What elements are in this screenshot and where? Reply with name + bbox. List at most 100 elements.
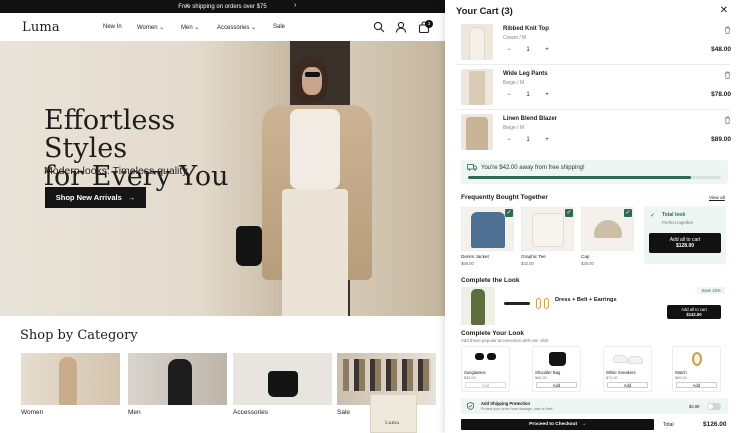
hero-title-line1: Effortless Styles	[44, 105, 176, 164]
hero-title: Effortless Styles for Every You	[44, 107, 244, 191]
nav-accessories-label: Accessories	[217, 25, 250, 31]
accessory-price: $65.00	[535, 376, 547, 380]
shop-new-arrivals-label: Shop New Arrivals	[55, 193, 122, 202]
nav-men-label: Men	[181, 25, 193, 31]
cart-item-thumbnail	[461, 24, 493, 60]
nav-sale[interactable]: Sale	[273, 24, 285, 30]
cart-count-badge: 3	[425, 20, 433, 28]
checkbox-checked[interactable]: ✓	[565, 209, 573, 217]
divider	[456, 64, 730, 65]
checkout-label: Proceed to Checkout	[529, 422, 578, 427]
add-watch-button[interactable]: Add	[676, 382, 717, 388]
hero-model-pants	[282, 189, 348, 316]
hero-subtitle: Modern looks. Timeless quality.	[44, 165, 190, 177]
accessory-card: White Sneakers $72.00 Add	[603, 346, 652, 392]
checkmark-icon: ✓	[650, 213, 656, 219]
site-header: Luma New In Women ⌄ Men ⌄ Accessories ⌄ …	[0, 13, 445, 41]
category-card-women[interactable]	[21, 353, 120, 405]
belt-image	[504, 302, 530, 305]
cart-item-name: Ribbed Knit Top	[503, 26, 549, 32]
prev-arrow-icon[interactable]: ‹	[186, 2, 188, 9]
chevron-down-icon: ⌄	[251, 25, 257, 31]
shipping-progress-bar	[468, 176, 721, 179]
fbt-product-name: Graphic Tee	[521, 254, 546, 259]
trash-icon[interactable]	[724, 71, 731, 79]
cart-title: Your Cart (3)	[456, 6, 513, 17]
fbt-title: Frequently Bought Together	[461, 194, 548, 201]
accessories-title: Complete Your Look	[461, 330, 524, 337]
total-look-label: Total look	[662, 212, 686, 218]
view-all-link[interactable]: View all	[709, 195, 725, 200]
shop-new-arrivals-button[interactable]: Shop New Arrivals →	[45, 187, 146, 208]
add-all-price: $128.00	[675, 243, 695, 249]
plus-icon[interactable]: +	[541, 92, 553, 98]
checkbox-checked[interactable]: ✓	[505, 209, 513, 217]
logo[interactable]: Luma	[22, 20, 60, 35]
close-icon[interactable]: ✕	[720, 5, 728, 16]
fbt-product-name: Denim Jacket	[461, 254, 489, 259]
quantity-value[interactable]: 1	[522, 47, 534, 53]
accessory-card: Sunglasses $35.00 Add	[461, 346, 510, 392]
plus-icon[interactable]: +	[541, 47, 553, 53]
add-all-to-cart-button[interactable]: Add all to cart $128.00	[649, 233, 721, 253]
trash-icon[interactable]	[724, 26, 731, 34]
protection-title: Add Shipping Protection	[481, 401, 531, 406]
category-label-women: Women	[21, 409, 44, 416]
quantity-value[interactable]: 1	[522, 137, 534, 143]
earrings-image	[544, 298, 549, 309]
nav-new-in[interactable]: New In	[103, 24, 122, 30]
category-accessories-bag	[268, 371, 298, 397]
user-icon[interactable]	[395, 21, 407, 33]
nav-men[interactable]: Men ⌄	[181, 24, 199, 31]
cart-item-variant: Beige / M	[503, 80, 525, 86]
protection-price: $4.98	[689, 404, 700, 409]
shipping-protection-row: Add Shipping Protection Protect your ord…	[461, 398, 728, 414]
add-sunglasses-button[interactable]: Add	[465, 382, 506, 388]
complete-look-desc: Dress + Belt + Earrings	[555, 297, 617, 303]
category-card-men[interactable]	[128, 353, 227, 405]
cart-item-variant: Cream / M	[503, 35, 527, 41]
cart-item-price: $78.00	[711, 91, 731, 98]
add-shoulder-bag-button[interactable]: Add	[536, 382, 577, 388]
category-label-accessories: Accessories	[233, 409, 269, 416]
checkout-button[interactable]: Proceed to Checkout →	[461, 419, 654, 430]
add-look-to-cart-button[interactable]: Add all to cart $142.00	[667, 305, 721, 319]
accessory-card: Shoulder Bag $65.00 Add	[532, 346, 581, 392]
watch-image	[692, 352, 702, 366]
cart-item-name: Wide Leg Pants	[503, 71, 548, 77]
plus-icon[interactable]: +	[541, 137, 553, 143]
hero-model-sunglasses	[305, 72, 320, 77]
fbt-product-name: Cap	[581, 254, 590, 259]
accessories-subtitle: Add these popular accessories with one c…	[461, 338, 549, 343]
checkbox-checked[interactable]: ✓	[624, 209, 632, 217]
accessory-price: $35.00	[464, 376, 476, 380]
minus-icon[interactable]: −	[503, 47, 515, 53]
add-look-price: $142.00	[686, 312, 702, 317]
tote-bag-image: Luma	[370, 394, 417, 433]
cart-item: Linen Blend Blazer Beige / M − 1 + $89.0…	[461, 114, 731, 150]
search-icon[interactable]	[373, 21, 385, 33]
minus-icon[interactable]: −	[503, 92, 515, 98]
minus-icon[interactable]: −	[503, 137, 515, 143]
trash-icon[interactable]	[724, 116, 731, 124]
quantity-value[interactable]: 1	[522, 92, 534, 98]
sunglasses-image	[475, 353, 484, 360]
category-label-sale: Sale	[337, 409, 351, 416]
nav-women-label: Women	[137, 25, 158, 31]
free-shipping-banner: You're $42.00 away from free shipping!	[461, 160, 728, 184]
total-value: $126.00	[703, 421, 727, 428]
next-arrow-icon[interactable]: ›	[294, 2, 296, 9]
shoulder-bag-image	[549, 352, 566, 366]
protection-toggle[interactable]	[707, 403, 721, 410]
tote-bag-label: Luma	[385, 420, 400, 426]
add-white-sneakers-button[interactable]: Add	[607, 382, 648, 388]
nav-women[interactable]: Women ⌄	[137, 24, 164, 31]
accessory-name: White Sneakers	[606, 370, 636, 375]
nav-accessories[interactable]: Accessories ⌄	[217, 24, 256, 31]
chevron-down-icon: ⌄	[159, 25, 165, 31]
protection-subtitle: Protect your order from damage, loss or …	[481, 407, 554, 411]
category-sale-rack	[343, 359, 431, 391]
category-card-accessories[interactable]	[233, 353, 332, 405]
earrings-image	[536, 298, 541, 309]
cap-image	[594, 220, 622, 238]
